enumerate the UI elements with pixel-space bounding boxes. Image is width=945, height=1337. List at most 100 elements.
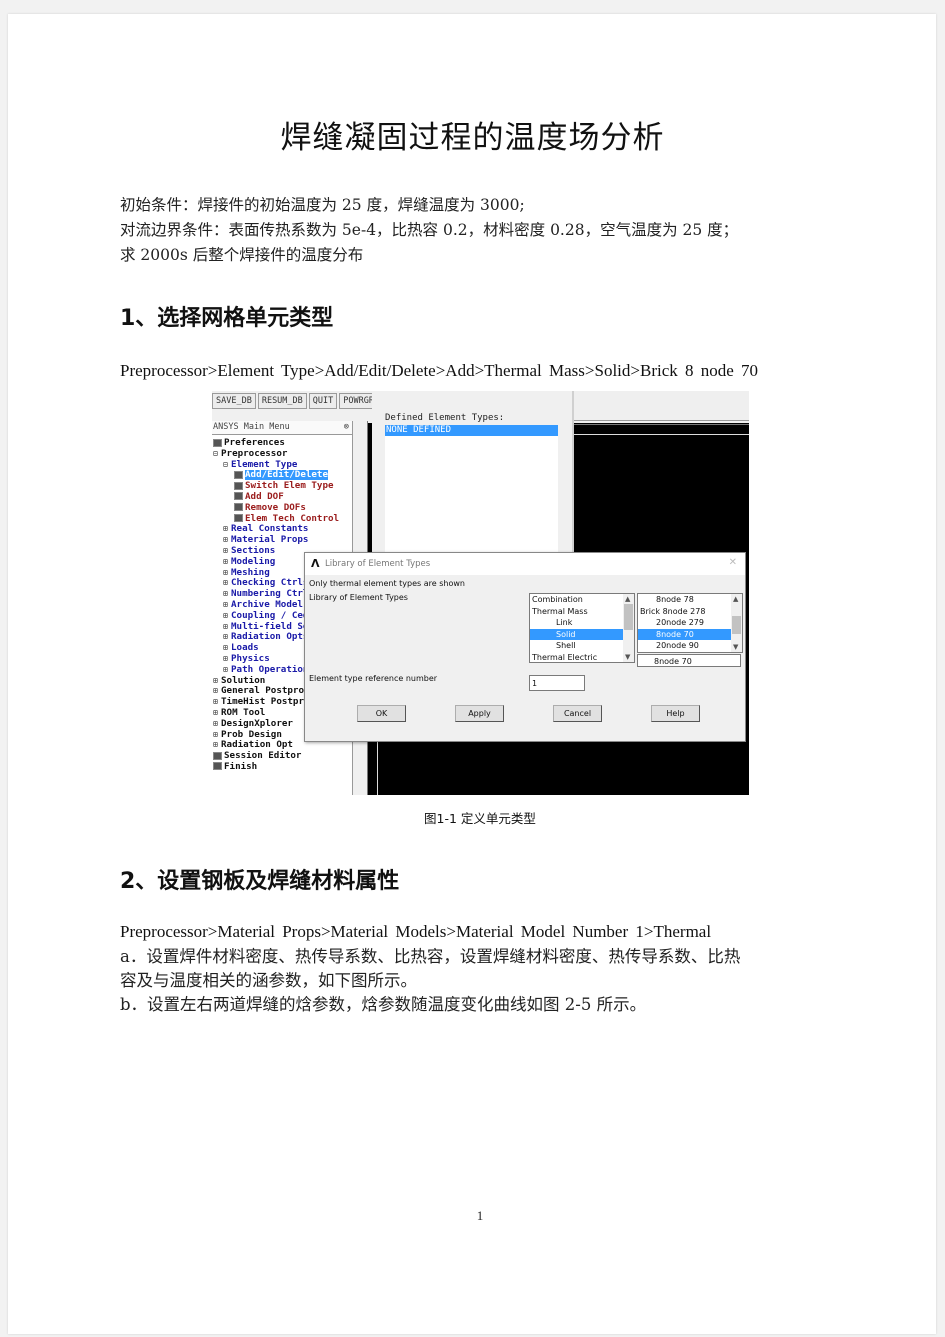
- expand-icon[interactable]: ⊞: [213, 740, 221, 751]
- expand-icon[interactable]: ⊞: [223, 622, 231, 633]
- list-item-label: Thermal Mass: [532, 606, 588, 616]
- menu-path-2: Preprocessor>Material Props>Material Mod…: [120, 922, 712, 941]
- list-item[interactable]: Brick 8node 278: [638, 606, 742, 618]
- expand-icon[interactable]: ⊞: [213, 708, 221, 719]
- menu-item-switch-elem-type[interactable]: Switch Elem Type: [212, 481, 352, 492]
- list-item[interactable]: 20node 90: [638, 640, 742, 652]
- menu-item-add-dof[interactable]: Add DOF: [212, 492, 352, 503]
- command-icon[interactable]: [234, 514, 243, 523]
- help-button[interactable]: Help: [651, 705, 700, 722]
- expand-icon[interactable]: ⊞: [223, 600, 231, 611]
- collapse-icon[interactable]: ⊗: [344, 421, 349, 434]
- intro-line: 对流边界条件：表面传热系数为 5e-4，比热容 0.2，材料密度 0.28，空气…: [120, 221, 739, 239]
- expand-icon[interactable]: ⊞: [223, 546, 231, 557]
- expand-icon[interactable]: ⊞: [223, 611, 231, 622]
- list-item[interactable]: Solid: [530, 628, 634, 640]
- defined-element-types-label: Defined Element Types:: [385, 413, 505, 423]
- menu-item-preprocessor[interactable]: ⊟ Preprocessor: [212, 449, 352, 460]
- menu-item-preferences[interactable]: Preferences: [212, 438, 352, 449]
- expand-icon[interactable]: ⊞: [223, 632, 231, 643]
- menu-path-1: Preprocessor>Element Type>Add/Edit/Delet…: [120, 361, 759, 380]
- list-item-label: 20node 279: [656, 618, 704, 627]
- expand-icon[interactable]: ⊞: [223, 535, 231, 546]
- cancel-button[interactable]: Cancel: [553, 705, 602, 722]
- menu-item-label: Archive Model: [231, 599, 303, 610]
- defined-element-types-list[interactable]: NONE DEFINED: [385, 425, 558, 553]
- expand-icon[interactable]: ⊞: [213, 676, 221, 687]
- command-icon[interactable]: [213, 438, 222, 447]
- selected-element-field[interactable]: 8node 70: [637, 654, 741, 667]
- command-icon[interactable]: [234, 481, 243, 490]
- command-icon[interactable]: [213, 751, 222, 760]
- menu-item-label: Physics: [231, 653, 270, 664]
- menu-item-real-constants[interactable]: ⊞ Real Constants: [212, 524, 352, 535]
- dialog-note: Only thermal element types are shown: [309, 579, 465, 588]
- expand-icon[interactable]: ⊞: [223, 568, 231, 579]
- menu-item-elem-tech-control[interactable]: Elem Tech Control: [212, 514, 352, 525]
- page-number: 1: [476, 1208, 484, 1223]
- element-listbox[interactable]: 8node 78 Brick 8node 278 20node 279 8node 7…: [637, 593, 743, 653]
- list-item[interactable]: Thermal Mass: [530, 606, 634, 618]
- expand-icon[interactable]: ⊞: [223, 578, 231, 589]
- menu-item-session-editor[interactable]: Session Editor: [212, 751, 352, 762]
- menu-item-material-props[interactable]: ⊞ Material Props: [212, 535, 352, 546]
- expand-icon[interactable]: ⊞: [223, 589, 231, 600]
- menu-item-label: Numbering Ctrls: [231, 589, 314, 600]
- menu-item-finish[interactable]: Finish: [212, 762, 352, 773]
- scrollbar-thumb[interactable]: [624, 604, 633, 630]
- main-menu-title: ANSYS Main Menu: [213, 422, 290, 432]
- dialog-title: Library of Element Types: [325, 559, 431, 569]
- list-item-label: 8node 78: [656, 595, 694, 604]
- ansys-logo-icon: Λ: [311, 557, 320, 570]
- list-item[interactable]: 20node 279: [638, 617, 742, 629]
- expand-icon[interactable]: ⊞: [213, 686, 221, 697]
- menu-item-label: Path Operations: [231, 664, 314, 675]
- list-item[interactable]: NONE DEFINED: [385, 425, 558, 436]
- expand-icon[interactable]: ⊞: [223, 557, 231, 568]
- list-item[interactable]: Thermal Electric: [530, 652, 634, 663]
- expand-icon[interactable]: ⊞: [213, 719, 221, 730]
- scrollbar-thumb[interactable]: [732, 616, 741, 634]
- save-db-button[interactable]: SAVE_DB: [212, 393, 256, 409]
- ok-button[interactable]: OK: [357, 705, 406, 722]
- graphics-border-line: [572, 434, 749, 435]
- command-icon[interactable]: [234, 492, 243, 501]
- expand-icon[interactable]: ⊞: [223, 524, 231, 535]
- list-item[interactable]: Shell: [530, 640, 634, 652]
- quit-button[interactable]: QUIT: [308, 393, 338, 409]
- command-icon[interactable]: [234, 503, 243, 512]
- menu-item-label: Switch Elem Type: [245, 481, 334, 492]
- menu-item-label: Elem Tech Control: [245, 513, 340, 524]
- expand-icon[interactable]: ⊞: [223, 654, 231, 665]
- command-icon[interactable]: [213, 762, 222, 771]
- scrollbar[interactable]: ▲ ▼: [731, 594, 742, 652]
- apply-button[interactable]: Apply: [455, 705, 504, 722]
- list-item[interactable]: 8node 70: [638, 628, 742, 640]
- resume-db-button[interactable]: RESUM_DB: [257, 393, 307, 409]
- list-item-label: Link: [556, 618, 573, 627]
- body-line: a．设置焊件材料密度、热传导系数、比热容，设置焊缝材料密度、热传导系数、比热: [120, 947, 741, 966]
- expand-icon[interactable]: ⊞: [223, 643, 231, 654]
- collapse-icon[interactable]: ⊟: [223, 460, 231, 471]
- expand-icon[interactable]: ⊞: [213, 730, 221, 741]
- command-icon[interactable]: [234, 470, 243, 479]
- scroll-up-icon[interactable]: ▲: [625, 595, 630, 603]
- menu-item-label: Checking Ctrls: [231, 578, 309, 589]
- collapse-icon[interactable]: ⊟: [213, 449, 221, 460]
- category-listbox[interactable]: Combination Thermal Mass Link Solid Shell The…: [529, 593, 635, 663]
- scroll-down-icon[interactable]: ▼: [625, 653, 630, 661]
- menu-item-remove-dofs[interactable]: Remove DOFs: [212, 503, 352, 514]
- list-item[interactable]: 8node 78: [638, 594, 742, 606]
- scrollbar[interactable]: ▲ ▼: [623, 594, 634, 662]
- close-icon[interactable]: ✕: [729, 557, 737, 568]
- expand-icon[interactable]: ⊞: [213, 697, 221, 708]
- expand-icon[interactable]: ⊞: [223, 665, 231, 676]
- menu-item-element-type[interactable]: ⊟ Element Type: [212, 460, 352, 471]
- ref-number-input[interactable]: 1: [529, 675, 585, 691]
- scroll-up-icon[interactable]: ▲: [733, 595, 738, 603]
- list-item[interactable]: Combination: [530, 594, 634, 606]
- list-item[interactable]: Link: [530, 617, 634, 629]
- section-heading-1: 1、选择网格单元类型: [120, 306, 334, 331]
- scroll-down-icon[interactable]: ▼: [733, 643, 738, 651]
- menu-item-add-edit-delete[interactable]: Add/Edit/Delete: [212, 470, 352, 481]
